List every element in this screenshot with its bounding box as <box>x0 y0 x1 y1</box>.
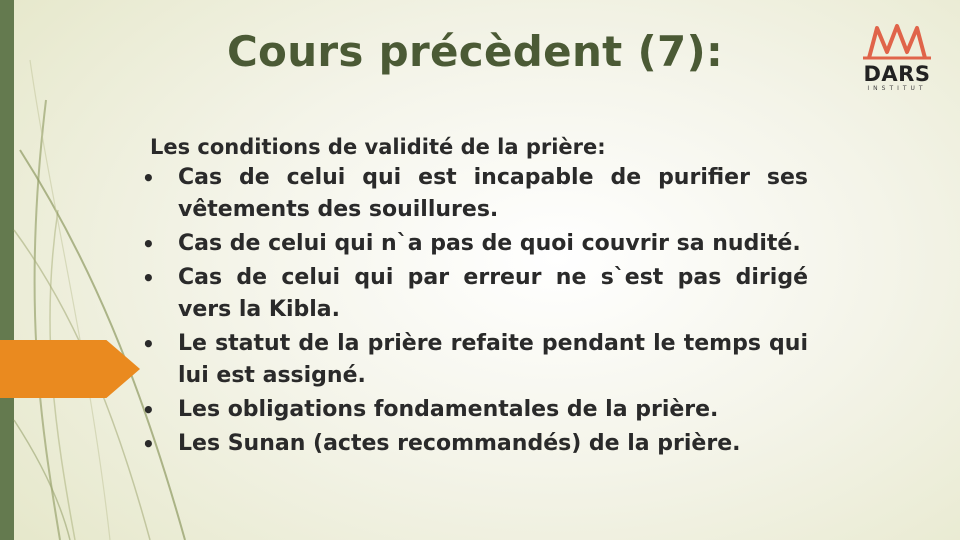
bullet-icon: • <box>142 332 155 356</box>
slide-title: Cours précèdent (7): <box>226 27 724 76</box>
list-item-text: Les Sunan (actes recommandés) de la priè… <box>178 431 741 456</box>
bullet-list: • Cas de celui qui est incapable de purif… <box>140 162 808 460</box>
list-item-text: Cas de celui qui par erreur ne s`est pas… <box>178 265 808 322</box>
slide-content: Les conditions de validité de la prière:… <box>140 132 808 462</box>
dars-logo: DARS INSTITUT <box>856 22 938 98</box>
bullet-icon: • <box>142 166 155 190</box>
list-item: • Cas de celui qui est incapable de purif… <box>140 162 808 226</box>
bullet-icon: • <box>142 266 155 290</box>
logo-mark-icon <box>863 24 931 60</box>
list-item: • Cas de celui qui n`a pas de quoi couvri… <box>140 228 808 260</box>
list-item-text: Cas de celui qui n`a pas de quoi couvrir… <box>178 231 801 256</box>
list-item: • Les obligations fondamentales de la pri… <box>140 394 808 426</box>
list-item-text: Le statut de la prière refaite pendant l… <box>178 331 808 388</box>
bullet-icon: • <box>142 398 155 422</box>
intro-line: Les conditions de validité de la prière: <box>150 135 606 159</box>
list-item-text: Cas de celui qui est incapable de purifi… <box>178 165 808 222</box>
list-item: • Les Sunan (actes recommandés) de la pri… <box>140 428 808 460</box>
bullet-icon: • <box>142 232 155 256</box>
list-item-text: Les obligations fondamentales de la priè… <box>178 397 719 422</box>
logo-subtitle: INSTITUT <box>867 85 927 92</box>
list-item: • Cas de celui qui par erreur ne s`est pa… <box>140 262 808 326</box>
list-item: • Le statut de la prière refaite pendant … <box>140 328 808 392</box>
bullet-icon: • <box>142 432 155 456</box>
logo-wordmark: DARS <box>863 62 931 86</box>
